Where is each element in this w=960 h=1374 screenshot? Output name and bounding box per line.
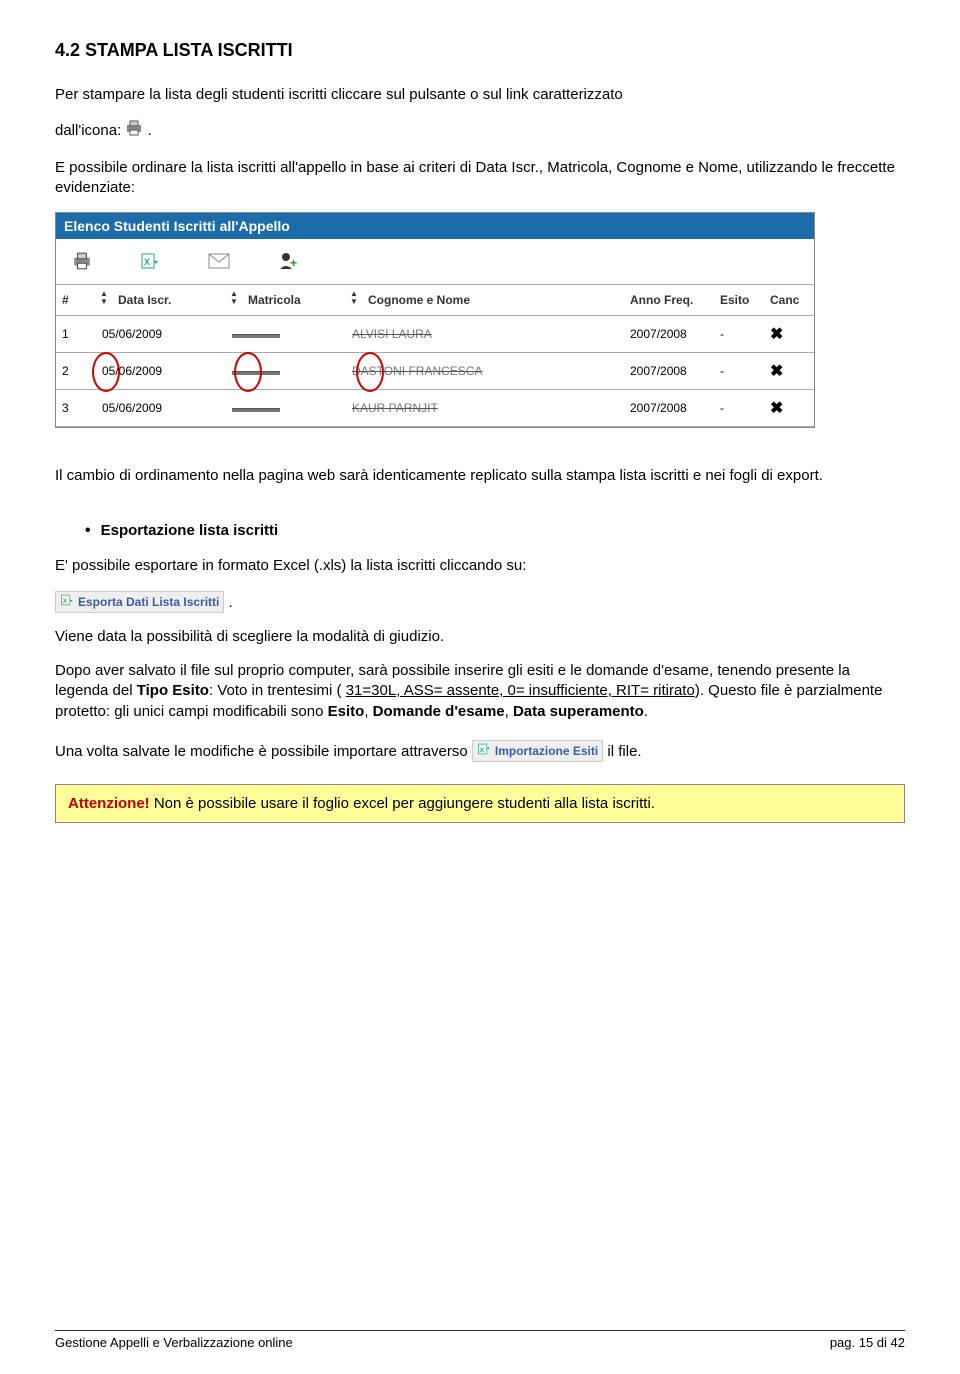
import-line: Una volta salvate le modifiche è possibi… <box>55 740 905 762</box>
export-p2: Viene data la possibilità di scegliere l… <box>55 627 905 647</box>
students-table: # ▲▼ Data Iscr. ▲▼ Matricola ▲▼ Cognome e N… <box>56 284 814 427</box>
table-row: 1 05/06/2009 ▬▬▬▬ ALVISI LAURA 2007/2008… <box>56 316 814 353</box>
bold-tipo-esito: Tipo Esito <box>137 682 209 699</box>
import-link-label: Importazione Esiti <box>495 743 598 759</box>
redacted-text: DASTONI FRANCESCA <box>352 364 482 378</box>
section-title: 4.2 STAMPA LISTA ISCRITTI <box>55 40 905 61</box>
cell-mat: ▬▬▬▬ <box>226 353 346 390</box>
warning-label: Attenzione! <box>68 795 150 812</box>
t: . <box>644 703 648 720</box>
col-num: # <box>56 285 96 316</box>
redacted-text: ▬▬▬▬ <box>232 401 280 415</box>
svg-text:X: X <box>144 257 150 267</box>
cell-mat: ▬▬▬▬ <box>226 316 346 353</box>
t: , <box>364 703 372 720</box>
after-screenshot-text: Il cambio di ordinamento nella pagina we… <box>55 466 905 486</box>
bold-data-sup: Data superamento <box>513 703 644 720</box>
period: . <box>229 594 233 611</box>
export-heading: Esportazione lista iscritti <box>85 522 905 540</box>
cell-data: 05/06/2009 <box>96 390 226 427</box>
footer-left: Gestione Appelli e Verbalizzazione onlin… <box>55 1335 293 1350</box>
sort-arrows-icon: ▲▼ <box>350 290 358 306</box>
bold-domande: Domande d'esame <box>373 703 505 720</box>
table-row: 3 05/06/2009 ▬▬▬▬ KAUR PARNJIT 2007/2008… <box>56 390 814 427</box>
printer-icon <box>72 251 92 276</box>
warning-text: Non è possibile usare il foglio excel pe… <box>150 795 655 812</box>
excel-export-icon: X <box>140 251 160 276</box>
mail-icon <box>208 253 230 274</box>
col-matricola: ▲▼ Matricola <box>226 285 346 316</box>
export-p1: E' possibile esportare in formato Excel … <box>55 556 905 576</box>
t: il file. <box>607 743 641 760</box>
screenshot-table-wrap: # ▲▼ Data Iscr. ▲▼ Matricola ▲▼ Cognome e N… <box>56 284 814 427</box>
excel-import-icon: X <box>477 742 491 760</box>
col-canc: Canc <box>764 285 814 316</box>
sort-arrows-icon: ▲▼ <box>100 290 108 306</box>
delete-x-icon: ✖ <box>770 400 783 417</box>
col-anno: Anno Freq. <box>624 285 714 316</box>
cell-num: 2 <box>56 353 96 390</box>
redacted-text: ALVISI LAURA <box>352 327 432 341</box>
cell-esito: - <box>714 390 764 427</box>
svg-text:+: + <box>290 256 297 270</box>
delete-x-icon: ✖ <box>770 326 783 343</box>
cell-anno: 2007/2008 <box>624 390 714 427</box>
cell-mat: ▬▬▬▬ <box>226 390 346 427</box>
page-footer: Gestione Appelli e Verbalizzazione onlin… <box>55 1330 905 1350</box>
col-cognome: ▲▼ Cognome e Nome <box>346 285 624 316</box>
cell-data: 05/06/2009 <box>96 353 226 390</box>
cell-num: 3 <box>56 390 96 427</box>
cell-num: 1 <box>56 316 96 353</box>
col-cognome-label: Cognome e Nome <box>368 293 470 307</box>
intro-line-2: dall'icona: . <box>55 119 905 143</box>
col-data-iscr-label: Data Iscr. <box>118 293 171 307</box>
col-matricola-label: Matricola <box>248 293 301 307</box>
export-link-line: X Esporta Dati Lista Iscritti . <box>55 591 905 613</box>
cell-anno: 2007/2008 <box>624 353 714 390</box>
intro2-prefix: dall'icona: <box>55 122 125 139</box>
delete-x-icon: ✖ <box>770 363 783 380</box>
screenshot-header: Elenco Studenti Iscritti all'Appello <box>56 213 814 239</box>
table-row: 2 05/06/2009 ▬▬▬▬ DASTONI FRANCESCA 2007… <box>56 353 814 390</box>
t: , <box>505 703 513 720</box>
redacted-text: ▬▬▬▬ <box>232 364 280 378</box>
cell-nome: KAUR PARNJIT <box>346 390 624 427</box>
col-data-iscr: ▲▼ Data Iscr. <box>96 285 226 316</box>
export-heading-label: Esportazione lista iscritti <box>101 522 279 539</box>
cell-esito: - <box>714 353 764 390</box>
add-user-icon: + <box>278 251 298 276</box>
cell-canc: ✖ <box>764 390 814 427</box>
cell-nome: DASTONI FRANCESCA <box>346 353 624 390</box>
export-link-label: Esporta Dati Lista Iscritti <box>78 594 219 610</box>
underline-legend: 31=30L, ASS= assente, 0= insufficiente, … <box>346 682 695 699</box>
cell-esito: - <box>714 316 764 353</box>
excel-export-icon: X <box>60 593 74 611</box>
intro2-suffix: . <box>148 122 152 139</box>
col-esito: Esito <box>714 285 764 316</box>
intro-line-3: E possibile ordinare la lista iscritti a… <box>55 158 905 199</box>
cell-canc: ✖ <box>764 353 814 390</box>
cell-canc: ✖ <box>764 316 814 353</box>
student-list-screenshot: Elenco Studenti Iscritti all'Appello X +… <box>55 212 815 428</box>
cell-data: 05/06/2009 <box>96 316 226 353</box>
redacted-text: ▬▬▬▬ <box>232 327 280 341</box>
export-p3: Dopo aver salvato il file sul proprio co… <box>55 661 905 722</box>
cell-anno: 2007/2008 <box>624 316 714 353</box>
intro-line-1: Per stampare la lista degli studenti isc… <box>55 85 905 105</box>
cell-nome: ALVISI LAURA <box>346 316 624 353</box>
footer-right: pag. 15 di 42 <box>830 1335 905 1350</box>
export-link[interactable]: X Esporta Dati Lista Iscritti <box>55 591 224 613</box>
t: : Voto in trentesimi ( <box>209 682 346 699</box>
warning-box: Attenzione! Non è possibile usare il fog… <box>55 784 905 823</box>
t: Una volta salvate le modifiche è possibi… <box>55 743 472 760</box>
printer-icon <box>125 119 143 143</box>
sort-arrows-icon: ▲▼ <box>230 290 238 306</box>
import-link[interactable]: X Importazione Esiti <box>472 740 603 762</box>
redacted-text: KAUR PARNJIT <box>352 401 438 415</box>
bold-esito: Esito <box>328 703 365 720</box>
